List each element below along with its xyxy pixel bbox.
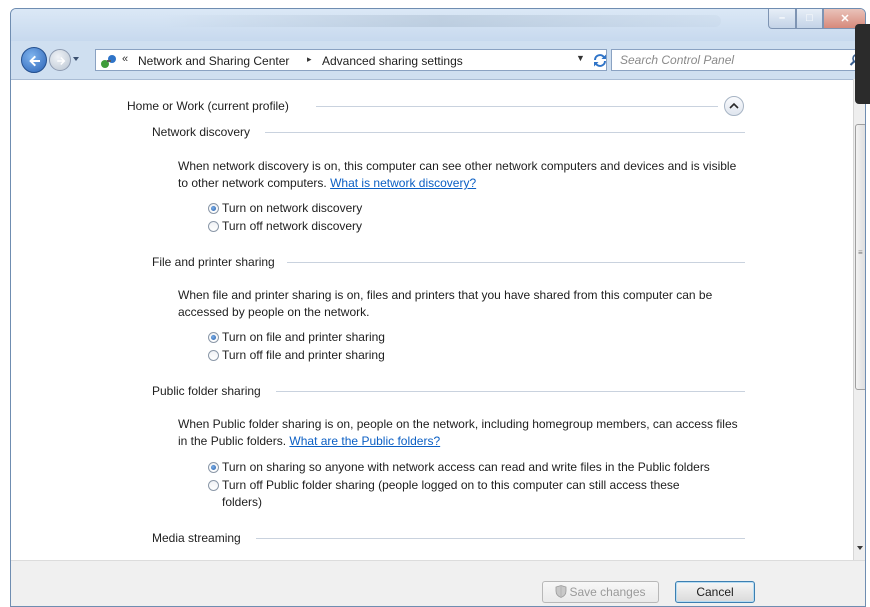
public-folder-sharing-description-text: When Public folder sharing is on, people… [178,417,738,448]
section-divider [287,262,745,263]
title-bar[interactable]: – □ ✕ [11,9,865,41]
uac-shield-icon [556,585,567,598]
address-history-dropdown[interactable]: ▼ [576,53,585,63]
radio-turn-on-public-folder-sharing[interactable] [208,462,219,473]
radio-label-turn-off-public-folder-sharing[interactable]: Turn off Public folder sharing (people l… [222,478,680,492]
section-heading-media-streaming: Media streaming [152,531,241,545]
radio-label-turn-off-file-and-printer-sharing[interactable]: Turn off file and printer sharing [222,348,385,362]
settings-content: Home or Work (current profile) Network d… [11,79,853,560]
radio-label-turn-on-network-discovery[interactable]: Turn on network discovery [222,201,362,215]
minimize-button[interactable]: – [768,9,796,29]
search-box[interactable] [611,49,865,71]
section-heading-network-discovery: Network discovery [152,125,251,139]
network-discovery-help-link[interactable]: What is network discovery? [330,176,476,190]
save-changes-label: Save changes [569,585,646,599]
profile-divider [316,106,718,107]
maximize-icon: □ [806,12,813,24]
profile-heading[interactable]: Home or Work (current profile) [127,99,289,113]
section-divider [265,132,745,133]
section-divider [276,391,745,392]
screen-edge-overlay [855,24,870,104]
radio-label-turn-off-network-discovery[interactable]: Turn off network discovery [222,219,362,233]
chevron-up-icon [729,102,739,109]
back-arrow-icon [29,55,40,67]
breadcrumb-network-and-sharing-center[interactable]: Network and Sharing Center [138,54,289,68]
breadcrumb-separator[interactable]: ▸ [307,54,312,65]
radio-turn-on-file-and-printer-sharing[interactable] [208,332,219,343]
radio-turn-off-file-and-printer-sharing[interactable] [208,350,219,361]
address-bar[interactable]: « Network and Sharing Center ▸ Advanced … [95,49,607,71]
forward-button[interactable] [49,49,71,71]
address-overflow-chevron[interactable]: « [122,53,128,65]
maximize-button[interactable]: □ [796,9,823,29]
forward-arrow-icon [57,56,66,66]
section-divider [256,538,745,539]
radio-turn-off-public-folder-sharing[interactable] [208,480,219,491]
recent-pages-dropdown[interactable] [73,57,79,61]
refresh-icon[interactable] [592,51,608,69]
public-folder-sharing-description: When Public folder sharing is on, people… [178,416,748,450]
button-bar: Save changes Cancel [11,560,865,606]
section-heading-public-folder-sharing: Public folder sharing [152,384,261,398]
cancel-button[interactable]: Cancel [675,581,755,603]
scroll-down-arrow-icon[interactable] [857,546,863,550]
navigation-bar: « Network and Sharing Center ▸ Advanced … [11,41,865,77]
network-discovery-description: When network discovery is on, this compu… [178,158,748,192]
radio-label-turn-off-public-folder-sharing-line2[interactable]: folders) [222,495,262,509]
radio-turn-on-network-discovery[interactable] [208,203,219,214]
search-input[interactable] [612,50,842,70]
scroll-thumb[interactable]: ≡ [855,124,865,390]
control-panel-window: – □ ✕ « Network and Sharing Center ▸ Adv… [10,8,866,607]
section-heading-file-and-printer-sharing: File and printer sharing [152,255,275,269]
network-icon [101,55,116,68]
radio-turn-off-network-discovery[interactable] [208,221,219,232]
minimize-icon: – [778,12,786,24]
scroll-grip-icon: ≡ [858,248,863,257]
radio-label-turn-on-file-and-printer-sharing[interactable]: Turn on file and printer sharing [222,330,385,344]
save-changes-button[interactable]: Save changes [542,581,659,603]
collapse-profile-button[interactable] [724,96,744,116]
radio-label-turn-on-public-folder-sharing[interactable]: Turn on sharing so anyone with network a… [222,460,710,474]
file-printer-sharing-description: When file and printer sharing is on, fil… [178,288,713,319]
breadcrumb-advanced-sharing-settings[interactable]: Advanced sharing settings [322,54,463,68]
back-button[interactable] [21,47,47,73]
vertical-scrollbar[interactable]: ≡ [853,79,865,560]
title-bar-glass [161,15,721,27]
public-folders-help-link[interactable]: What are the Public folders? [289,434,440,448]
